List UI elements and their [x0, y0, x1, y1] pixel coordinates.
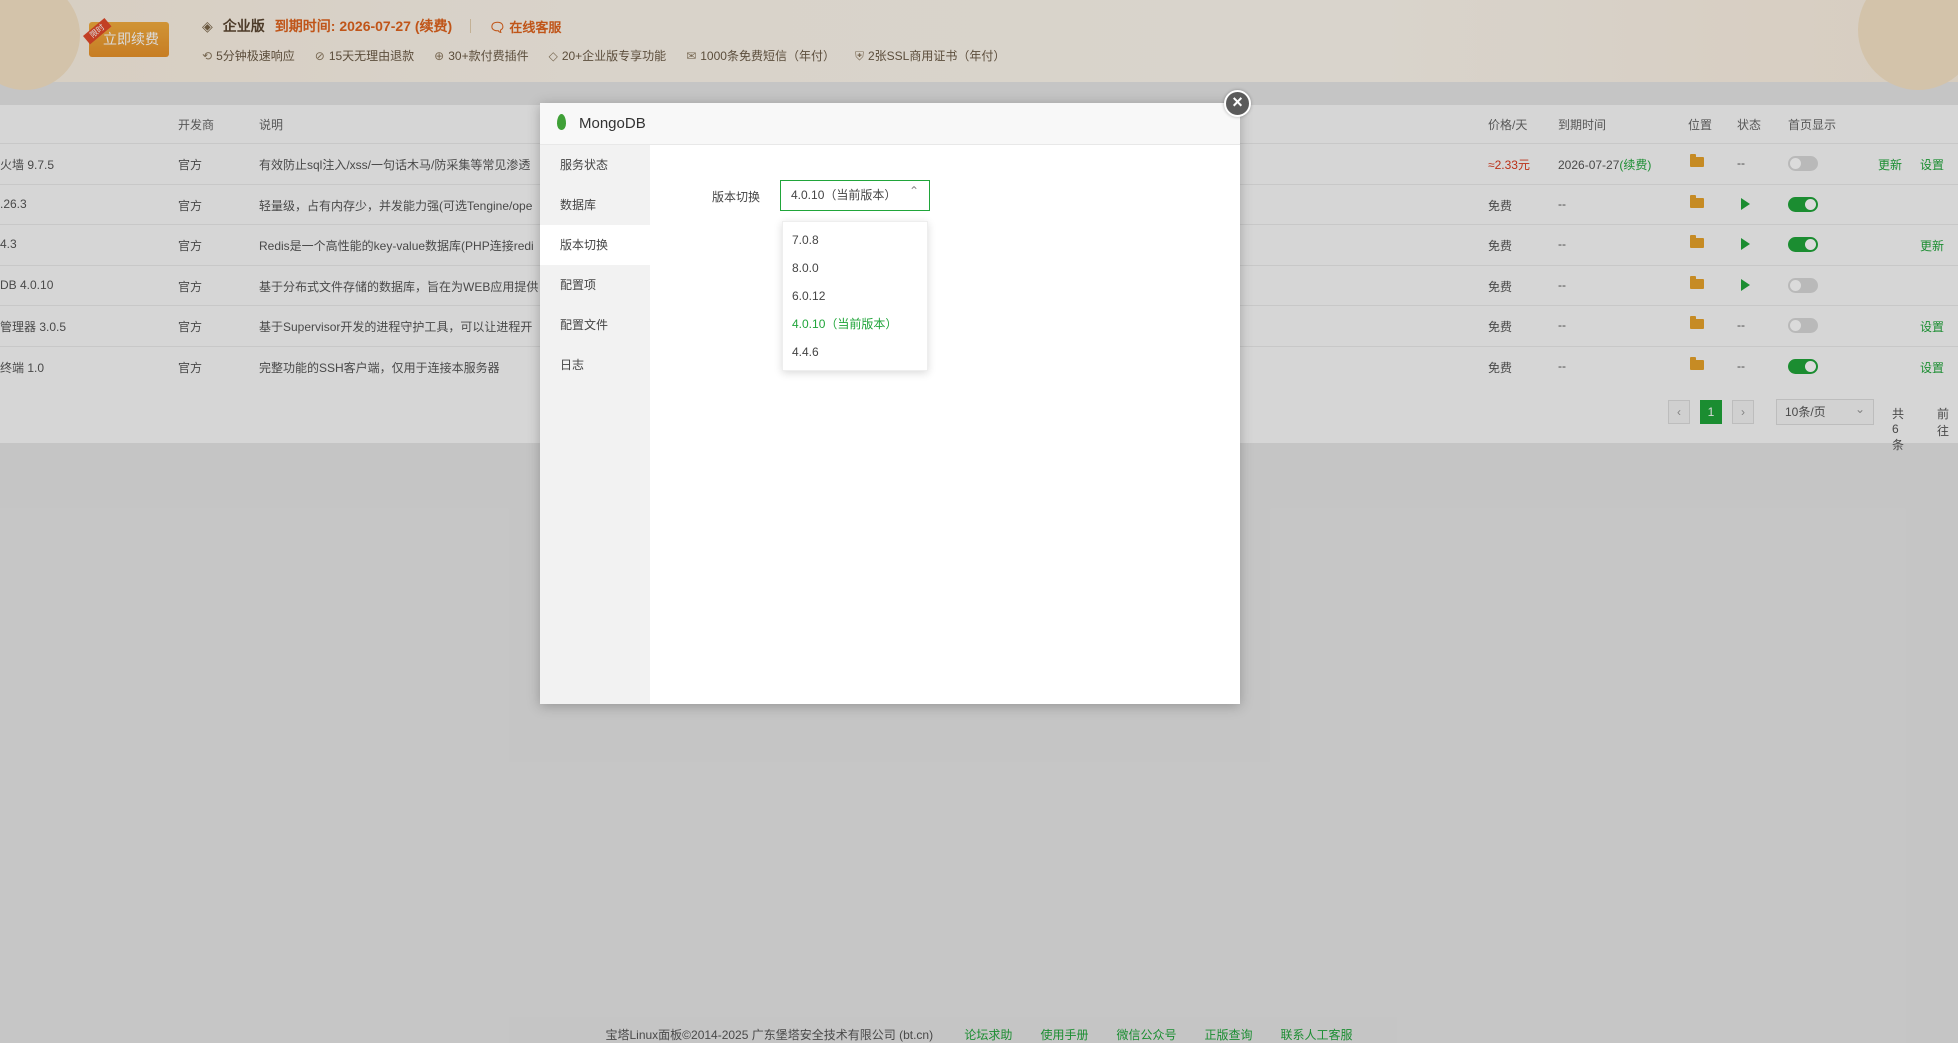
version-option[interactable]: 4.4.6 — [783, 338, 927, 366]
version-dropdown: 7.0.8 8.0.0 6.0.12 4.0.10（当前版本） 4.4.6 — [782, 221, 928, 371]
close-icon[interactable]: × — [1224, 90, 1251, 117]
version-select[interactable]: 4.0.10（当前版本） ⌃ — [780, 180, 930, 211]
modal-nav-item[interactable]: 日志 — [540, 345, 650, 385]
modal-side-nav: 服务状态 数据库 版本切换 配置项 配置文件 日志 — [540, 145, 650, 704]
version-option[interactable]: 8.0.0 — [783, 254, 927, 282]
modal-title: MongoDB — [579, 115, 646, 132]
mongodb-modal: MongoDB 服务状态 数据库 版本切换 配置项 配置文件 日志 版本切换 4.0.10… — [540, 103, 1240, 704]
modal-header: MongoDB — [540, 103, 1240, 145]
version-switch-label: 版本切换 — [712, 190, 761, 204]
version-option[interactable]: 7.0.8 — [783, 226, 927, 254]
modal-nav-item[interactable]: 服务状态 — [540, 145, 650, 185]
version-option[interactable]: 4.0.10（当前版本） — [783, 310, 927, 338]
mongodb-leaf-icon — [557, 114, 566, 130]
modal-nav-item[interactable]: 数据库 — [540, 185, 650, 225]
version-option[interactable]: 6.0.12 — [783, 282, 927, 310]
version-select-value: 4.0.10（当前版本） — [791, 188, 897, 202]
modal-nav-item[interactable]: 配置文件 — [540, 305, 650, 345]
modal-nav-item[interactable]: 配置项 — [540, 265, 650, 305]
modal-nav-item[interactable]: 版本切换 — [540, 225, 650, 265]
chevron-up-icon: ⌃ — [908, 184, 919, 198]
